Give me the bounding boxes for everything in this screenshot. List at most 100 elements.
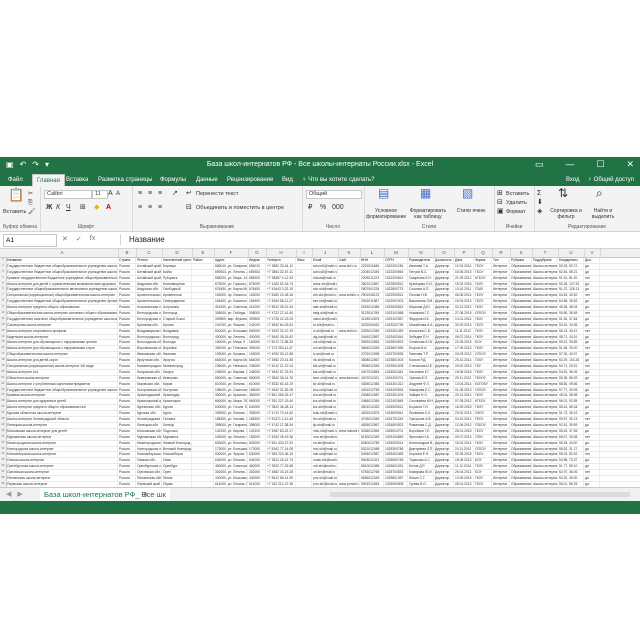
cell[interactable]: Васильева Л.М. [408, 299, 434, 305]
cell[interactable]: Образование [510, 334, 532, 340]
cell[interactable]: Россия [118, 405, 136, 411]
cell[interactable] [192, 263, 214, 269]
cell[interactable]: 51.30, 37.84 [558, 316, 584, 322]
cell[interactable]: 248000 [248, 369, 266, 375]
cell[interactable]: Егоров М.А. [408, 346, 434, 352]
cell[interactable]: Пермь [162, 481, 192, 487]
cell[interactable]: Государственное общеобразовательное авто… [6, 287, 118, 293]
cell[interactable] [338, 399, 360, 405]
cell[interactable]: 58.52, 31.27 [558, 446, 584, 452]
cell[interactable]: 02.12.2012 [454, 305, 474, 311]
cell[interactable]: 308000 [248, 311, 266, 316]
cell[interactable]: 1025601031 [384, 464, 408, 470]
cell[interactable]: БОУ [474, 458, 492, 464]
cancel-icon[interactable]: ✕ [62, 235, 68, 243]
cell[interactable]: 2204012345 [360, 269, 384, 275]
cell[interactable] [192, 475, 214, 481]
cell[interactable]: 309500 [248, 316, 266, 322]
cell[interactable]: 173000, ул. Большая Санкт-Петербургская,… [214, 446, 248, 452]
cell[interactable]: vrn-shi@mail.ru [312, 346, 338, 352]
cell[interactable]: Директор [434, 281, 454, 287]
cell[interactable]: 51.51, 81.20 [558, 275, 584, 281]
merge-center-button[interactable]: Объединить и поместить в центре [196, 205, 284, 211]
cell[interactable]: Директор [434, 358, 454, 364]
cell[interactable]: len-shi@mail.ru [312, 417, 338, 422]
cell[interactable]: ГОКУ [474, 434, 492, 440]
percent-icon[interactable]: % [320, 203, 326, 212]
align-bottom-icon[interactable]: ≡ [158, 189, 162, 198]
cell[interactable]: Россия [118, 346, 136, 352]
cell[interactable] [192, 334, 214, 340]
cell[interactable]: Курск [162, 411, 192, 417]
cell[interactable]: +7 8332 64-42-19 [266, 381, 296, 387]
cell[interactable]: Россия [118, 322, 136, 328]
cell[interactable]: Интернат [492, 411, 510, 417]
cell[interactable]: 03.03.2012 [454, 352, 474, 358]
cell[interactable]: +7 3852 33-44-12 [266, 263, 296, 269]
cell[interactable]: Директор [434, 340, 454, 346]
column-header[interactable]: F [214, 249, 249, 257]
cell[interactable]: 4401012765 [360, 387, 384, 393]
cell[interactable] [296, 352, 312, 358]
cell[interactable]: нет [584, 311, 600, 316]
cell[interactable] [338, 387, 360, 393]
cell[interactable]: ГБОУ [474, 293, 492, 299]
column-header[interactable]: K [338, 249, 361, 257]
cell[interactable]: 1024600941 [384, 411, 408, 417]
cell[interactable]: 1025300786 [384, 446, 408, 452]
cell[interactable]: 4207012321 [360, 375, 384, 381]
cell[interactable]: 2222011845 [360, 263, 384, 269]
cell[interactable]: 3444012897 [360, 334, 384, 340]
wrap-text-button[interactable]: Перенести текст [196, 191, 238, 197]
cell[interactable]: 603000 [248, 440, 266, 446]
cell[interactable]: school1@mail.ru [312, 263, 338, 269]
cell[interactable]: vol-shi@mail.ru [312, 340, 338, 346]
cell[interactable]: Красноярск [162, 399, 192, 405]
cell[interactable]: Образование [510, 446, 532, 452]
cell[interactable] [338, 434, 360, 440]
cell[interactable]: ГАОУ [474, 281, 492, 287]
tab-view[interactable]: Вид [278, 174, 297, 186]
cell[interactable]: 1024500512 [384, 405, 408, 411]
cell[interactable]: 59.57, 30.13 [558, 417, 584, 422]
cell[interactable]: 5321012456 [360, 446, 384, 452]
cell[interactable]: Название [6, 258, 118, 263]
cell[interactable]: 09.07.2013 [454, 434, 474, 440]
cell[interactable]: да [584, 263, 600, 269]
cell[interactable]: Калужская обл. [136, 369, 162, 375]
column-header[interactable]: E [192, 249, 215, 257]
cell[interactable]: Директор [434, 346, 454, 352]
cell[interactable]: 1022301203 [384, 393, 408, 399]
cell[interactable]: Костромская обл. [136, 387, 162, 393]
cell[interactable]: 248000, ул. Кирова, 16 [214, 369, 248, 375]
cell[interactable]: Ивановская обл. [136, 352, 162, 358]
cell[interactable]: Образование [510, 352, 532, 358]
cell[interactable]: www.kemshi.ru [338, 375, 360, 381]
cell[interactable]: Образование [510, 311, 532, 316]
cell[interactable] [192, 470, 214, 475]
grow-font-icon[interactable]: A [108, 189, 113, 198]
cell[interactable]: 57.00, 40.97 [558, 352, 584, 358]
cell[interactable]: 610000, ул. Ленина, 101 [214, 381, 248, 387]
cell[interactable]: vl-shi@mail.ru [312, 328, 338, 334]
cell[interactable]: Форма [474, 258, 492, 263]
sign-in-link[interactable]: Вход [566, 174, 580, 186]
cell[interactable]: Должность [434, 258, 454, 263]
cell[interactable]: Россия [118, 334, 136, 340]
shrink-font-icon[interactable]: A [116, 190, 120, 199]
cell[interactable]: 1025004701 [384, 428, 408, 434]
cell[interactable]: Школы-интернаты [532, 475, 558, 481]
cell[interactable]: Школы-интернаты [532, 316, 558, 322]
cell[interactable]: 1024301312 [384, 381, 408, 387]
cell[interactable]: Телефон [266, 258, 296, 263]
cell[interactable]: 1023403444 [384, 334, 408, 340]
cell[interactable]: Школа-интернат для детей с ограниченными… [6, 281, 118, 287]
cell[interactable]: 302000, ул. Ленина, 38 [214, 470, 248, 475]
cell[interactable]: Борисов Т.И. [408, 405, 434, 411]
cell[interactable]: Семенова Ю.В. [408, 340, 434, 346]
cell[interactable]: Образование [510, 275, 532, 281]
cell[interactable]: 45.04, 38.98 [558, 393, 584, 399]
cell[interactable]: 142100, ул. Кирова, 39 [214, 428, 248, 434]
cell[interactable]: Астраханская обл. [136, 305, 162, 311]
cell[interactable]: Россия [118, 375, 136, 381]
